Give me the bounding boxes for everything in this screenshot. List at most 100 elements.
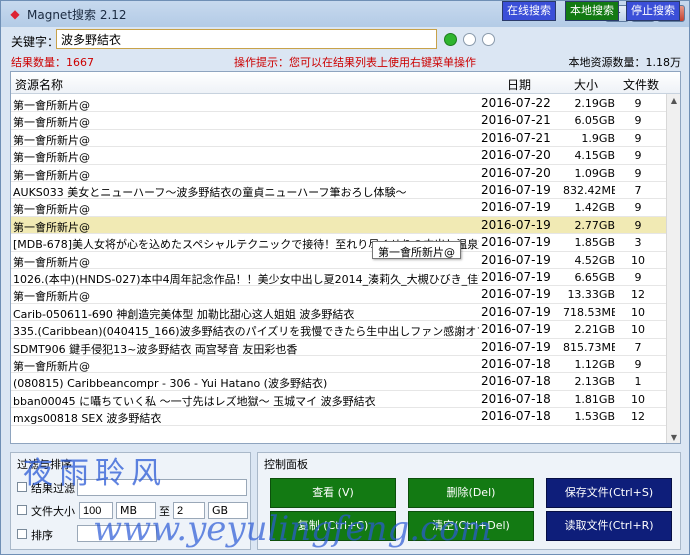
vertical-scrollbar[interactable]: ▲ ▼ bbox=[666, 94, 680, 443]
table-row[interactable]: SDMT906 鍵手侵犯13~波多野結衣 両宫琴音 友田彩也香 2016-07-1… bbox=[11, 339, 667, 356]
table-row[interactable]: 335.(Caribbean)(040415_166)波多野結衣のパイズリを我慢… bbox=[11, 321, 667, 339]
cell-date: 2016-07-21 bbox=[481, 130, 551, 145]
cell-files: 10 bbox=[631, 305, 645, 319]
cell-size: 13.33GB bbox=[567, 288, 615, 302]
table-row[interactable]: 第一會所新片@ 2016-07-22 2.19GB 9 bbox=[11, 95, 667, 113]
status-dot-1 bbox=[463, 33, 476, 46]
cell-size: 6.05GB bbox=[574, 114, 615, 128]
cell-name: bban00045 に囁ちていく私 ～一寸先はレズ地獄～ 玉城マイ 波多野結衣 bbox=[13, 394, 376, 408]
watermark-chinese: 夜雨聆风 bbox=[23, 456, 167, 491]
cell-files: 9 bbox=[634, 358, 642, 371]
scroll-up-icon[interactable]: ▲ bbox=[669, 96, 679, 105]
keyword-label: 关键字： bbox=[11, 35, 60, 49]
cell-files: 3 bbox=[634, 236, 642, 250]
operation-hint: 操作提示：您可以在结果列表上使用右键菜单操作 bbox=[234, 56, 476, 69]
cell-name: 1026.(本中)(HNDS-027)本中4周年記念作品！！美少女中出し夏201… bbox=[13, 273, 479, 286]
cell-name: 335.(Caribbean)(040415_166)波多野結衣のパイズリを我慢… bbox=[13, 325, 479, 339]
cell-size: 718.53MB bbox=[563, 305, 615, 319]
cell-date: 2016-07-19 bbox=[481, 270, 551, 284]
status-dot-2 bbox=[482, 33, 495, 46]
table-row[interactable]: 第一會所新片@ 2016-07-19 2.77GB 9 bbox=[11, 216, 667, 235]
cell-date: 2016-07-18 bbox=[481, 409, 551, 424]
scroll-down-icon[interactable]: ▼ bbox=[669, 433, 679, 442]
cell-files: 10 bbox=[631, 323, 645, 337]
table-row[interactable]: 1026.(本中)(HNDS-027)本中4周年記念作品！！美少女中出し夏201… bbox=[11, 269, 667, 287]
app-window: ◆ Magnet搜索 2.12 ─ □ ✕ 关键字： 在线搜索 本地搜索 停止搜… bbox=[0, 0, 690, 555]
cell-name: 第一會所新片@ bbox=[13, 116, 90, 130]
cell-name: 第一會所新片@ bbox=[13, 203, 90, 217]
watermark-url: www.yeyulingfeng.com bbox=[93, 509, 492, 549]
load-file-button[interactable]: 读取文件(Ctrl+R) bbox=[546, 511, 672, 541]
cell-date: 2016-07-18 bbox=[481, 391, 551, 406]
table-row[interactable]: 第一會所新片@ 2016-07-21 1.9GB 9 bbox=[11, 130, 667, 148]
control-panel-title: 控制面板 bbox=[262, 456, 310, 472]
table-row[interactable]: [MDB-678]美人女将が心を込めたスペシャルテクニックで接待！至れり尽くせり… bbox=[11, 234, 667, 252]
cell-files: 7 bbox=[634, 340, 642, 354]
row-tooltip: 第一會所新片@ bbox=[372, 241, 461, 259]
cell-name: AUKS033 美女とニューハーフ～波多野結衣の童貞ニューハーフ筆おろし体験～ bbox=[13, 186, 407, 199]
delete-button[interactable]: 删除(Del) bbox=[408, 478, 534, 508]
col-header-name[interactable]: 资源名称 bbox=[15, 76, 63, 93]
col-header-date[interactable]: 日期 bbox=[507, 76, 531, 93]
cell-name: 第一會所新片@ bbox=[13, 99, 90, 112]
table-row[interactable]: bban00045 に囁ちていく私 ～一寸先はレズ地獄～ 玉城マイ 波多野結衣 2… bbox=[11, 391, 667, 409]
cell-size: 6.65GB bbox=[574, 271, 615, 284]
table-row[interactable]: 第一會所新片@ 2016-07-19 1.42GB 9 bbox=[11, 199, 667, 217]
cell-name: mxgs00818 SEX 波多野結衣 bbox=[13, 412, 162, 426]
cell-files: 9 bbox=[634, 218, 642, 232]
table-row[interactable]: 第一會所新片@ 2016-07-20 4.15GB 9 bbox=[11, 147, 667, 165]
local-search-button[interactable]: 本地搜索 bbox=[565, 1, 619, 21]
cell-name: 第一會所新片@ bbox=[13, 151, 90, 165]
cell-name: 第一會所新片@ bbox=[13, 133, 90, 147]
table-row[interactable]: 第一會所新片@ 2016-07-19 13.33GB 12 bbox=[11, 286, 667, 304]
cell-size: 2.21GB bbox=[574, 323, 615, 337]
cell-size: 815.73MB bbox=[563, 340, 615, 354]
cell-files: 9 bbox=[634, 131, 642, 145]
cell-date: 2016-07-19 bbox=[481, 183, 551, 197]
table-row[interactable]: 第一會所新片@ 2016-07-21 6.05GB 9 bbox=[11, 112, 667, 130]
cell-date: 2016-07-19 bbox=[481, 322, 551, 337]
cell-size: 2.77GB bbox=[574, 218, 615, 232]
cell-size: 1.42GB bbox=[574, 201, 615, 215]
size-checkbox[interactable] bbox=[17, 505, 27, 515]
table-row[interactable]: 第一會所新片@ 2016-07-18 1.12GB 9 bbox=[11, 356, 667, 374]
col-header-size[interactable]: 大小 bbox=[574, 76, 598, 93]
cell-files: 12 bbox=[631, 288, 645, 302]
local-resource-count: 本地资源数量：1.18万 bbox=[568, 56, 682, 69]
cell-date: 2016-07-19 bbox=[481, 339, 551, 354]
view-button[interactable]: 查看 (V) bbox=[270, 478, 396, 508]
window-title: Magnet搜索 2.12 bbox=[27, 8, 127, 22]
table-row[interactable]: 第一會所新片@ 2016-07-20 1.09GB 9 bbox=[11, 165, 667, 182]
cell-files: 9 bbox=[634, 166, 642, 180]
results-table[interactable]: 资源名称 日期 大小 文件数 第一會所新片@ 2016-07-22 2.19GB 9 第… bbox=[10, 71, 681, 444]
cell-files: 9 bbox=[634, 97, 642, 110]
cell-name: 第一會所新片@ bbox=[13, 360, 90, 373]
cell-files: 10 bbox=[631, 392, 645, 406]
cell-size: 4.15GB bbox=[574, 149, 615, 163]
table-row[interactable]: AUKS033 美女とニューハーフ～波多野結衣の童貞ニューハーフ筆おろし体験～ 2… bbox=[11, 182, 667, 200]
table-row[interactable]: 第一會所新片@ 2016-07-19 4.52GB 10 bbox=[11, 252, 667, 269]
online-search-button[interactable]: 在线搜索 bbox=[502, 1, 556, 21]
result-count: 结果数量：1667 bbox=[11, 56, 94, 69]
cell-size: 1.85GB bbox=[574, 236, 615, 250]
cell-size: 2.19GB bbox=[574, 97, 615, 110]
magnet-icon: ◆ bbox=[10, 7, 20, 21]
size-label: 文件大小 bbox=[31, 505, 75, 518]
status-dot-green bbox=[444, 33, 457, 46]
table-row[interactable]: mxgs00818 SEX 波多野結衣 2016-07-18 1.53GB 12 bbox=[11, 408, 667, 426]
save-file-button[interactable]: 保存文件(Ctrl+S) bbox=[546, 478, 672, 508]
cell-files: 9 bbox=[634, 114, 642, 128]
table-row[interactable]: (080815) Caribbeancompr - 306 - Yui Hata… bbox=[11, 373, 667, 391]
cell-size: 1.09GB bbox=[574, 166, 615, 180]
cell-date: 2016-07-19 bbox=[481, 252, 551, 267]
cell-files: 12 bbox=[631, 410, 645, 424]
stop-search-button[interactable]: 停止搜索 bbox=[626, 1, 680, 21]
cell-size: 2.13GB bbox=[574, 375, 615, 389]
cell-date: 2016-07-20 bbox=[481, 165, 551, 180]
sort-checkbox[interactable] bbox=[17, 529, 27, 539]
cell-name: 第一會所新片@ bbox=[13, 220, 90, 234]
col-header-files[interactable]: 文件数 bbox=[623, 76, 659, 93]
table-row[interactable]: Carib-050611-690 神創造完美体型 加勒比甜心这人姐姐 波多野結衣… bbox=[11, 304, 667, 322]
keyword-input[interactable] bbox=[56, 29, 437, 49]
cell-date: 2016-07-19 bbox=[481, 235, 551, 250]
